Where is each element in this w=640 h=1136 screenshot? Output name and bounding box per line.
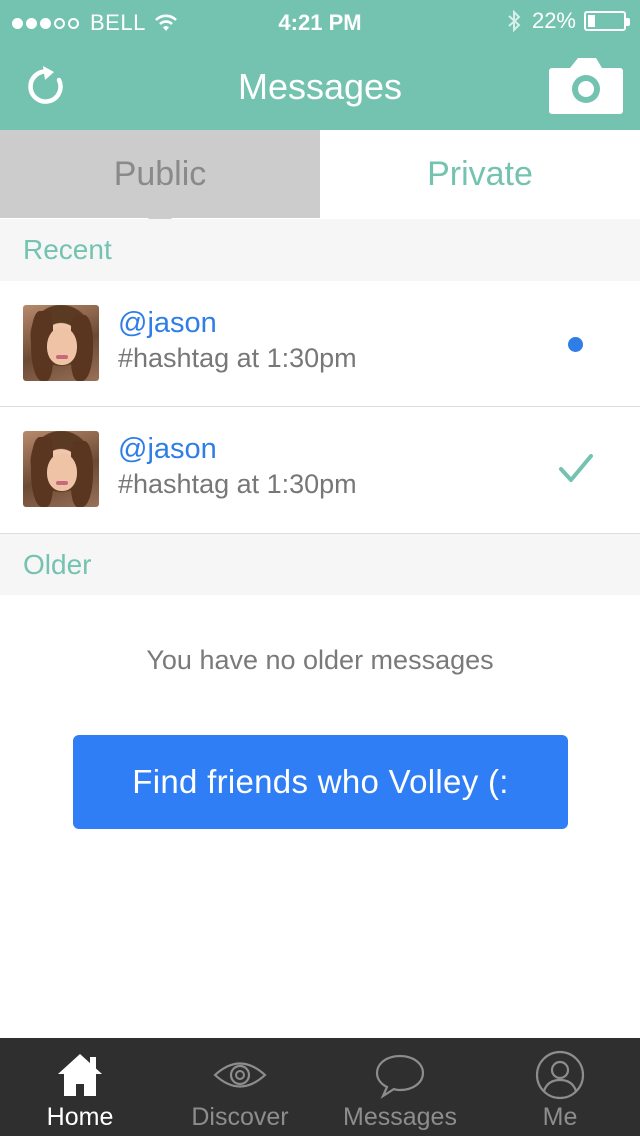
- unread-dot-icon: [568, 337, 583, 352]
- tabbar-label: Me: [542, 1103, 578, 1131]
- tabbar-label: Discover: [191, 1103, 289, 1131]
- tab-public[interactable]: Public: [0, 130, 320, 230]
- checkmark-icon: [559, 454, 593, 482]
- tabbar-label: Messages: [343, 1103, 457, 1131]
- camera-icon[interactable]: [548, 56, 624, 114]
- message-handle[interactable]: @jason: [118, 307, 217, 340]
- message-subtitle: #hashtag at 1:30pm: [118, 469, 357, 499]
- segmented-tabs: Public Private: [0, 130, 640, 230]
- battery-icon: [584, 11, 630, 31]
- find-friends-button[interactable]: Find friends who Volley (:: [73, 735, 568, 829]
- message-subtitle: #hashtag at 1:30pm: [118, 343, 357, 373]
- section-header-older: Older: [0, 533, 640, 595]
- tab-private[interactable]: Private: [320, 130, 640, 218]
- status-right: 22%: [506, 8, 630, 34]
- eye-icon: [213, 1062, 267, 1088]
- bluetooth-icon: [508, 9, 521, 33]
- speech-bubble-icon: [375, 1054, 425, 1099]
- nav-bar: Messages: [0, 44, 640, 130]
- section-header-recent: Recent: [0, 219, 640, 281]
- tabbar-item-messages[interactable]: Messages: [320, 1038, 480, 1136]
- tabbar-label: Home: [46, 1103, 114, 1131]
- page-title: Messages: [237, 66, 403, 107]
- status-bar: BELL 4:21 PM 22%: [0, 0, 640, 44]
- empty-state-text: You have no older messages: [146, 645, 494, 675]
- message-list: @jason #hashtag at 1:30pm @jason #hashta…: [0, 281, 640, 533]
- avatar: [23, 305, 99, 381]
- tabbar-item-home[interactable]: Home: [0, 1038, 160, 1136]
- tabbar-item-discover[interactable]: Discover: [160, 1038, 320, 1136]
- battery-percent: 22%: [531, 8, 576, 33]
- message-handle[interactable]: @jason: [118, 433, 217, 466]
- bottom-tab-bar: Home Discover Messages Me: [0, 1038, 640, 1136]
- message-row[interactable]: @jason #hashtag at 1:30pm: [0, 281, 640, 407]
- tabbar-item-me[interactable]: Me: [480, 1038, 640, 1136]
- message-row[interactable]: @jason #hashtag at 1:30pm: [0, 407, 640, 533]
- person-icon: [535, 1050, 585, 1100]
- header: BELL 4:21 PM 22% Messages: [0, 0, 640, 130]
- avatar: [23, 431, 99, 507]
- home-icon: [58, 1054, 102, 1096]
